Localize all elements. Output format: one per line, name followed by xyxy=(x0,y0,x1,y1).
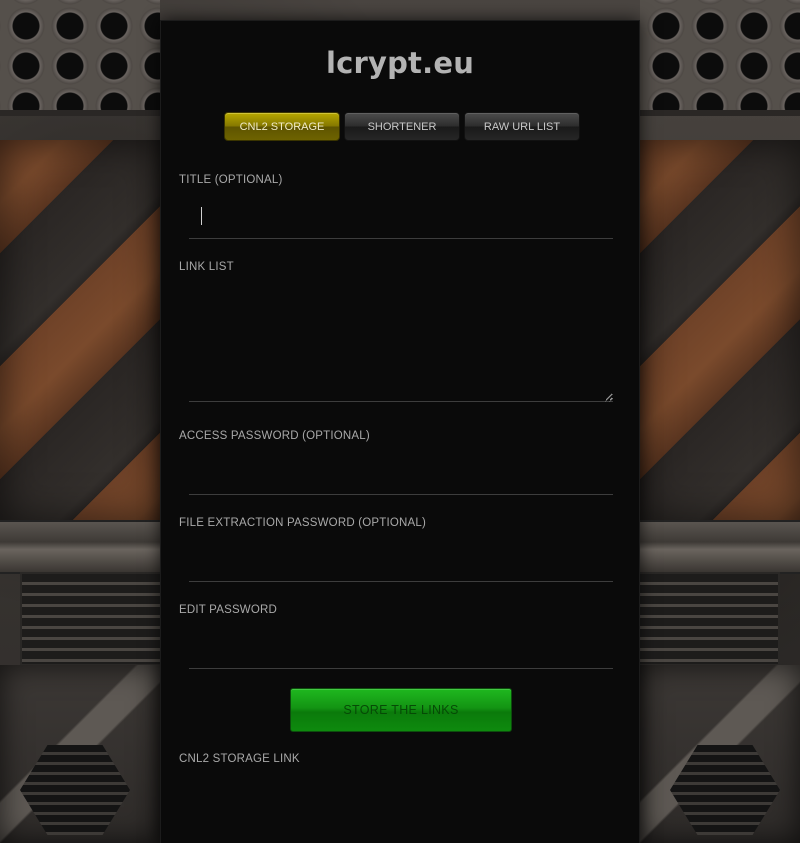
text-cursor xyxy=(201,207,202,225)
link-list-label: LINK LIST xyxy=(179,261,234,273)
store-links-button[interactable]: STORE THE LINKS xyxy=(290,688,512,732)
metal-rail-right xyxy=(640,520,800,574)
resize-grip-icon[interactable] xyxy=(605,394,613,402)
main-panel: lcrypt.eu CNL2 STORAGE SHORTENER RAW URL… xyxy=(160,20,640,843)
vent-grille-left xyxy=(20,572,164,666)
perforated-grate-right xyxy=(640,0,800,116)
tab-cnl2-storage[interactable]: CNL2 STORAGE xyxy=(224,112,340,141)
extraction-password-label: FILE EXTRACTION PASSWORD (OPTIONAL) xyxy=(179,517,427,529)
access-password-input[interactable] xyxy=(189,457,613,495)
edit-password-label: EDIT PASSWORD xyxy=(179,604,278,616)
title-label: TITLE (OPTIONAL) xyxy=(179,174,283,186)
vent-grille-right xyxy=(636,572,780,666)
link-list-textarea[interactable] xyxy=(189,285,613,402)
perforated-grate-left xyxy=(0,0,160,116)
hazard-stripes-right xyxy=(640,140,800,520)
title-input[interactable] xyxy=(189,201,613,239)
mode-tabs: CNL2 STORAGE SHORTENER RAW URL LIST xyxy=(224,112,580,141)
storage-link-label: CNL2 STORAGE LINK xyxy=(179,753,300,765)
metal-rail-left xyxy=(0,520,160,574)
hazard-stripes-left xyxy=(0,140,160,520)
tab-shortener[interactable]: SHORTENER xyxy=(344,112,460,141)
site-logo[interactable]: lcrypt.eu xyxy=(161,46,639,80)
tab-raw-url-list[interactable]: RAW URL LIST xyxy=(464,112,580,141)
edit-password-input[interactable] xyxy=(189,631,613,669)
extraction-password-input[interactable] xyxy=(189,544,613,582)
access-password-label: ACCESS PASSWORD (OPTIONAL) xyxy=(179,430,370,442)
